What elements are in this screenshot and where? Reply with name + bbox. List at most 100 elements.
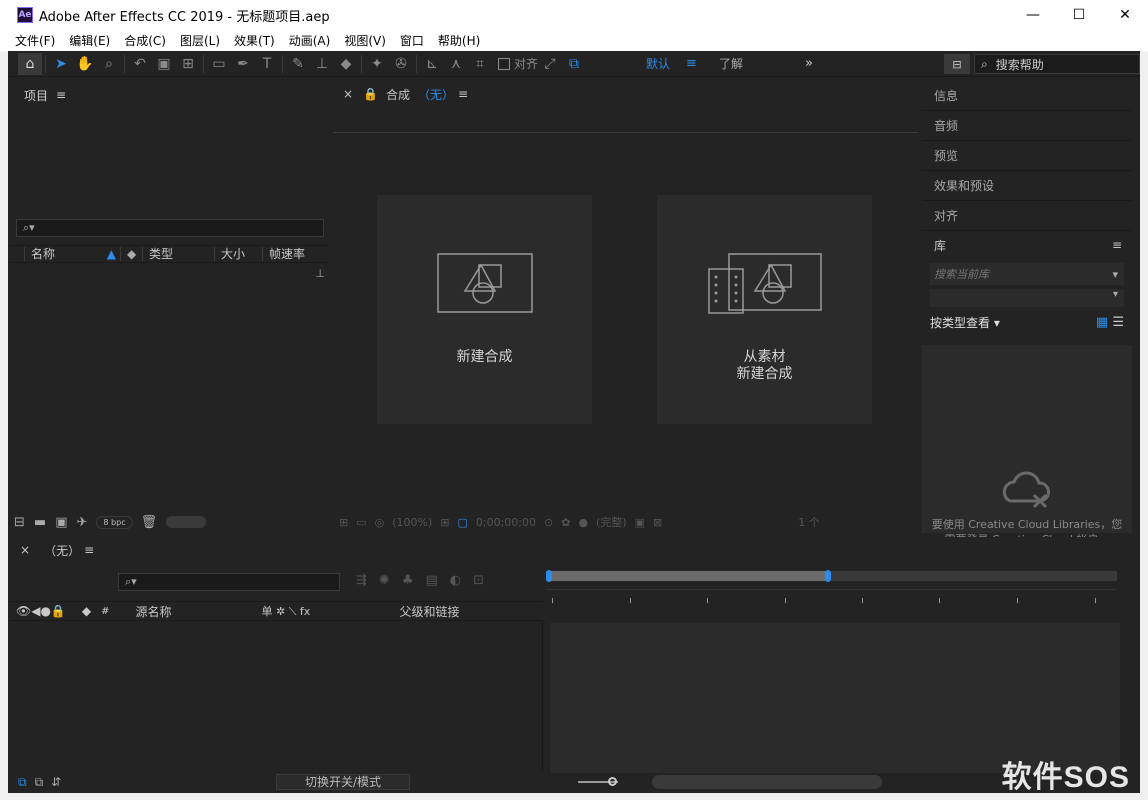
work-area-start-handle[interactable] [546, 570, 552, 582]
rectangle-tool-icon[interactable]: ▭ [207, 53, 231, 75]
timeline-menu-icon[interactable]: ≡ [84, 543, 94, 557]
always-preview-icon[interactable]: ⊞ [339, 516, 348, 529]
shy-layers-icon[interactable]: ♣ [402, 573, 414, 588]
library-view-by-type[interactable]: 按类型查看 ▾ ▦ ☰ [922, 309, 1132, 335]
new-composition-tile[interactable]: 新建合成 [377, 195, 592, 424]
work-area-end-handle[interactable] [825, 570, 831, 582]
grid-icon[interactable]: ⊞ [440, 516, 449, 529]
transparency-grid-icon[interactable]: ⊠ [653, 516, 662, 529]
resolution-dropdown[interactable]: (完整) [596, 514, 627, 530]
time-ruler[interactable] [546, 589, 1117, 615]
menu-composition[interactable]: 合成(C) [117, 32, 173, 49]
comp-flowchart-icon[interactable]: ⇶ [356, 573, 367, 588]
roto-brush-tool-icon[interactable]: ✦ [365, 53, 389, 75]
snapshot-icon[interactable]: ⊙ [544, 516, 553, 529]
chevron-down-icon[interactable]: ▾ [1112, 268, 1118, 281]
lock-icon[interactable]: 🔒 [363, 87, 378, 101]
minimize-button[interactable]: — [1010, 0, 1056, 30]
search-help-input[interactable]: ⌕ 搜索帮助 [974, 54, 1140, 74]
toggle-switches-modes-button[interactable]: 切换开关/模式 [276, 774, 410, 790]
interpret-footage-icon[interactable]: ⊟ [14, 515, 25, 530]
library-dropdown[interactable]: ▾ [930, 289, 1124, 307]
align-checkbox[interactable] [498, 57, 510, 70]
magnification-dropdown[interactable]: (100%) [392, 516, 432, 529]
maximize-button[interactable]: ☐ [1056, 0, 1102, 30]
column-source-name[interactable]: 源名称 [136, 603, 262, 620]
pan-behind-tool-icon[interactable]: ⊞ [176, 53, 200, 75]
pen-tool-icon[interactable]: ✒ [231, 53, 255, 75]
column-switches[interactable]: 单 ✲ ⟍ fx [262, 603, 400, 619]
workspace-learn[interactable]: 了解 [719, 55, 743, 72]
snap-options-icon[interactable]: ⧉ [562, 53, 586, 75]
panel-align[interactable]: 对齐 [922, 201, 1132, 231]
close-button[interactable]: ✕ [1102, 0, 1148, 30]
motion-blur-icon[interactable]: ◐ [450, 573, 461, 588]
mask-visibility-icon[interactable]: ◎ [375, 516, 385, 529]
column-number[interactable]: # [101, 606, 109, 617]
bit-depth-button[interactable]: 8 bpc [96, 515, 133, 529]
region-of-interest-icon[interactable]: ▢ [457, 516, 467, 529]
project-scroll[interactable] [166, 516, 207, 528]
timeline-search-input[interactable]: ⌕▾ [118, 573, 340, 591]
adjust-icon[interactable]: ✈ [77, 515, 88, 530]
panel-effects-presets[interactable]: 效果和预设 [922, 171, 1132, 201]
menu-effect[interactable]: 效果(T) [227, 32, 282, 49]
frame-blending-icon[interactable]: ▤ [425, 573, 437, 588]
work-area-range[interactable] [548, 571, 826, 581]
monitor-icon[interactable]: ▭ [356, 516, 366, 529]
av-switches-icons[interactable]: 👁◀●🔒 [16, 604, 66, 618]
panel-audio[interactable]: 音频 [922, 111, 1132, 141]
workspace-default[interactable]: 默认 [646, 55, 670, 72]
current-time[interactable]: 0;00;00;00 [476, 516, 536, 529]
menu-view[interactable]: 视图(V) [337, 32, 393, 49]
local-axis-icon[interactable]: ⊾ [420, 53, 444, 75]
view-axis-icon[interactable]: ⌗ [468, 53, 492, 75]
label-tag-icon[interactable]: ◆ [82, 604, 91, 618]
trash-icon[interactable]: 🗑 [141, 515, 158, 530]
composition-menu-icon[interactable]: ≡ [458, 87, 468, 101]
eraser-tool-icon[interactable]: ◆ [334, 53, 358, 75]
selection-tool-icon[interactable]: ➤ [49, 53, 73, 75]
menu-layer[interactable]: 图层(L) [173, 32, 227, 49]
hand-tool-icon[interactable]: ✋ [73, 53, 97, 75]
snap-icon[interactable]: ⤢ [538, 53, 562, 75]
more-workspaces-icon[interactable]: » [805, 56, 813, 71]
workspace-toggle-icon[interactable]: ⊟ [944, 54, 970, 74]
menu-window[interactable]: 窗口 [393, 32, 431, 49]
new-folder-icon[interactable]: ▬ [34, 515, 46, 530]
view-mode-icons[interactable]: ▦ ☰ [1096, 315, 1124, 330]
zoom-tool-icon[interactable]: ⌕ [97, 53, 121, 75]
rotation-tool-icon[interactable]: ↶ [128, 53, 152, 75]
column-size[interactable]: 大小 [214, 247, 262, 261]
column-type[interactable]: 类型 [142, 247, 214, 261]
workspace-menu-icon[interactable]: ≡ [686, 56, 697, 71]
project-panel-menu-icon[interactable]: ≡ [56, 88, 66, 102]
column-name[interactable]: 名称 ▲ [24, 247, 120, 261]
panel-info[interactable]: 信息 [922, 81, 1132, 111]
work-area-bar[interactable] [546, 570, 1117, 582]
label-tag-icon[interactable]: ◆ [120, 247, 142, 261]
clone-stamp-tool-icon[interactable]: ⊥ [310, 53, 334, 75]
composition-close-icon[interactable]: × [343, 87, 353, 101]
camera-tool-icon[interactable]: ▣ [152, 53, 176, 75]
show-snapshot-icon[interactable]: ✿ [561, 516, 570, 529]
layer-switches-icon[interactable]: ⧉ [18, 775, 27, 790]
zoom-slider-knob[interactable] [608, 777, 617, 786]
timeline-scrollbar[interactable] [652, 775, 882, 789]
graph-editor-icon[interactable]: ⊡ [473, 573, 484, 588]
fast-previews-icon[interactable]: ▣ [635, 516, 645, 529]
column-framerate[interactable]: 帧速率 [262, 247, 316, 261]
channel-icon[interactable]: ● [578, 516, 588, 529]
text-tool-icon[interactable]: T [255, 53, 279, 75]
column-parent-link[interactable]: 父级和链接 [400, 603, 460, 620]
world-axis-icon[interactable]: ⋏ [444, 53, 468, 75]
views-dropdown[interactable]: 1 个 [798, 514, 820, 530]
timeline-close-icon[interactable]: × [20, 543, 30, 557]
timeline-header[interactable]: × （无） ≡ [10, 537, 1132, 563]
panel-preview[interactable]: 预览 [922, 141, 1132, 171]
project-panel-header[interactable]: 项目 ≡ [10, 81, 329, 109]
brush-tool-icon[interactable]: ✎ [286, 53, 310, 75]
menu-file[interactable]: 文件(F) [8, 32, 62, 49]
home-icon[interactable]: ⌂ [18, 52, 42, 75]
flowchart-icon[interactable]: ⊥ [315, 267, 325, 280]
